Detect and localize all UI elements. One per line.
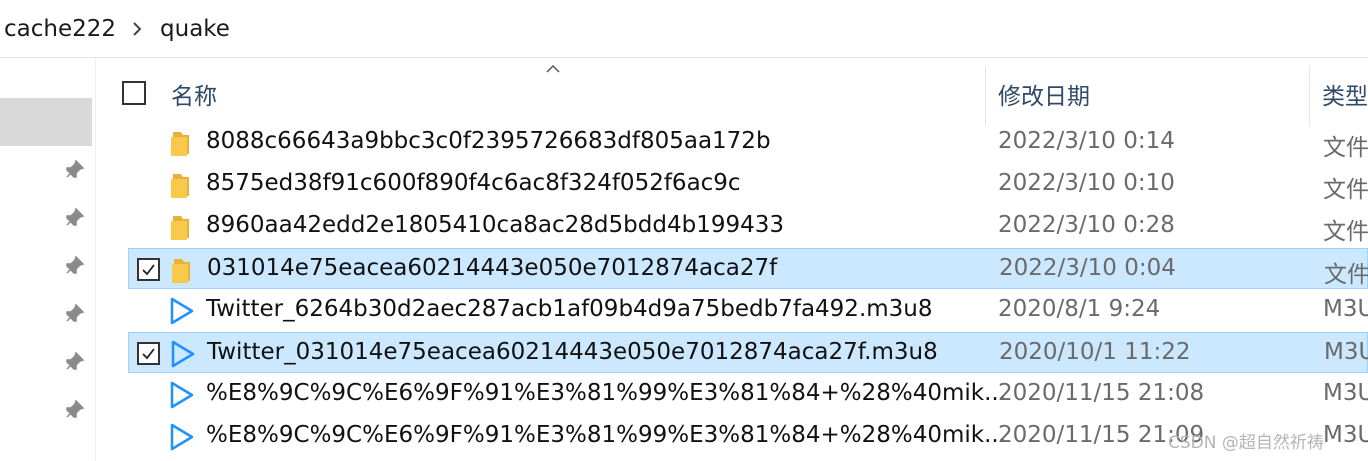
pin-icon[interactable] [63,399,85,421]
file-type: 文件 [1324,262,1368,288]
column-divider[interactable] [985,66,986,126]
file-type: M3U [1323,296,1368,322]
folder-icon [168,255,196,285]
file-date: 2022/3/10 0:10 [998,170,1175,196]
file-row[interactable]: 8575ed38f91c600f890f4c6ac8f324f052f6ac9c… [128,164,1368,205]
file-type: M3U [1324,339,1368,365]
file-date: 2020/8/1 9:24 [998,296,1161,322]
pin-icon[interactable] [63,351,85,373]
file-date: 2020/11/15 21:08 [998,380,1205,406]
folder-icon [167,212,195,242]
folder-icon [167,170,195,200]
nav-item-selected[interactable] [0,98,92,146]
file-name[interactable]: 8575ed38f91c600f890f4c6ac8f324f052f6ac9c [206,170,741,196]
navigation-pane [0,58,96,461]
file-type: M3U [1323,380,1368,406]
file-date: 2022/3/10 0:14 [998,128,1175,154]
pin-icon[interactable] [63,303,85,325]
file-type: M3U [1323,422,1368,448]
file-name[interactable]: 8088c66643a9bbc3c0f2395726683df805aa172b [206,128,771,154]
column-header: 名称 修改日期 类型 [96,58,1368,126]
file-name[interactable]: Twitter_031014e75eacea60214443e050e70128… [207,339,938,365]
column-divider[interactable] [1309,66,1310,126]
select-all-checkbox[interactable] [122,81,146,105]
play-icon [167,422,195,452]
breadcrumb-current[interactable]: quake [160,16,230,42]
file-row[interactable]: 031014e75eacea60214443e050e7012874aca27f… [128,248,1368,289]
watermark: CSDN @超自然祈祷 [1168,433,1324,453]
file-row[interactable]: %E8%9C%9C%E6%9F%91%E3%81%99%E3%81%84+%28… [128,374,1368,415]
file-date: 2020/10/1 11:22 [999,339,1191,365]
checkmark-icon [142,264,155,276]
play-icon [167,296,195,326]
file-type: 文件 [1323,177,1368,203]
pin-icon[interactable] [63,207,85,229]
checkmark-icon [142,348,155,360]
file-row[interactable]: 8088c66643a9bbc3c0f2395726683df805aa172b… [128,122,1368,163]
file-name[interactable]: %E8%9C%9C%E6%9F%91%E3%81%99%E3%81%84+%28… [206,380,1006,406]
file-name[interactable]: %E8%9C%9C%E6%9F%91%E3%81%99%E3%81%84+%28… [206,422,1006,448]
file-name[interactable]: 031014e75eacea60214443e050e7012874aca27f [207,255,777,281]
column-header-date[interactable]: 修改日期 [998,77,1090,111]
pin-icon[interactable] [63,255,85,277]
file-row[interactable]: Twitter_6264b30d2aec287acb1af09b4d9a75be… [128,290,1368,331]
folder-icon [167,128,195,158]
file-date: 2022/3/10 0:04 [999,255,1176,281]
file-date: 2022/3/10 0:28 [998,212,1175,238]
file-row[interactable]: 8960aa42edd2e1805410ca8ac28d5bdd4b199433… [128,206,1368,247]
play-icon [167,380,195,410]
file-type: 文件 [1323,219,1368,245]
chevron-right-icon[interactable] [132,18,146,40]
column-header-type[interactable]: 类型 [1322,77,1368,111]
row-checkbox[interactable] [137,258,160,281]
column-header-name[interactable]: 名称 [171,77,217,111]
file-type: 文件 [1323,135,1368,161]
row-checkbox[interactable] [137,342,160,365]
file-name[interactable]: Twitter_6264b30d2aec287acb1af09b4d9a75be… [206,296,933,322]
breadcrumb: cache222 quake [0,0,1368,58]
play-icon [168,339,196,369]
file-name[interactable]: 8960aa42edd2e1805410ca8ac28d5bdd4b199433 [206,212,784,238]
file-row[interactable]: Twitter_031014e75eacea60214443e050e70128… [128,332,1368,373]
pin-icon[interactable] [63,159,85,181]
breadcrumb-parent[interactable]: cache222 [4,16,116,42]
